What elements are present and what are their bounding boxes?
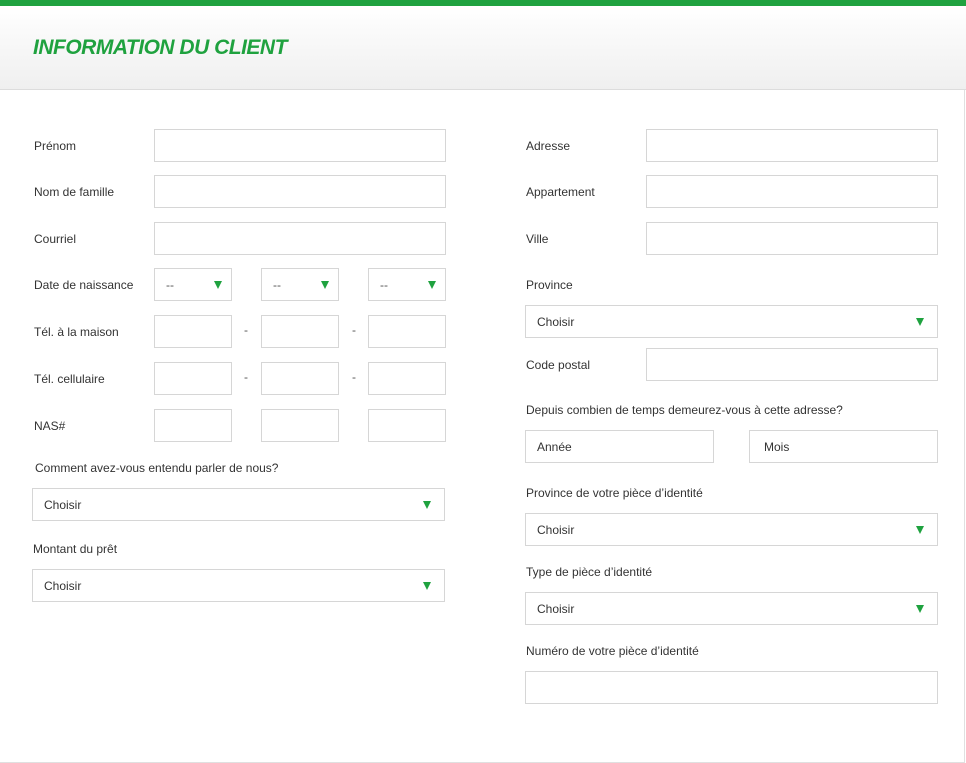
home-phone-line-field[interactable] bbox=[368, 315, 446, 348]
chevron-down-icon bbox=[916, 604, 924, 613]
home-phone-label: Tél. à la maison bbox=[34, 325, 119, 339]
birth-month-value: -- bbox=[273, 277, 281, 292]
email-field[interactable] bbox=[154, 222, 446, 255]
birth-year-value: -- bbox=[380, 277, 388, 292]
phone-separator: - bbox=[352, 370, 356, 384]
birth-month-select[interactable]: -- bbox=[261, 268, 339, 301]
chevron-down-icon bbox=[214, 280, 222, 289]
id-province-select[interactable]: Choisir bbox=[525, 513, 938, 546]
province-label: Province bbox=[526, 278, 573, 292]
residence-months-field[interactable]: Mois bbox=[749, 430, 938, 463]
birth-year-select[interactable]: -- bbox=[368, 268, 446, 301]
chevron-down-icon bbox=[916, 525, 924, 534]
sin-label: NAS# bbox=[34, 419, 66, 433]
home-phone-area-field[interactable] bbox=[154, 315, 232, 348]
residence-duration-label: Depuis combien de temps demeurez-vous à … bbox=[526, 403, 843, 417]
sin-part3-field[interactable] bbox=[368, 409, 446, 442]
last-name-field[interactable] bbox=[154, 175, 446, 208]
referral-value: Choisir bbox=[44, 497, 82, 512]
phone-separator: - bbox=[352, 323, 356, 337]
last-name-label: Nom de famille bbox=[34, 185, 115, 199]
postal-code-label: Code postal bbox=[526, 358, 591, 372]
sin-part1-field[interactable] bbox=[154, 409, 232, 442]
birth-day-select[interactable]: -- bbox=[154, 268, 232, 301]
apartment-label: Appartement bbox=[526, 185, 595, 199]
birth-day-value: -- bbox=[166, 277, 174, 292]
residence-years-field[interactable]: Année bbox=[525, 430, 714, 463]
page-header: INFORMATION DU CLIENT bbox=[0, 6, 966, 90]
cell-phone-line-field[interactable] bbox=[368, 362, 446, 395]
phone-separator: - bbox=[244, 323, 248, 337]
chevron-down-icon bbox=[423, 500, 431, 509]
cell-phone-prefix-field[interactable] bbox=[261, 362, 339, 395]
loan-amount-value: Choisir bbox=[44, 578, 82, 593]
first-name-field[interactable] bbox=[154, 129, 446, 162]
birth-date-label: Date de naissance bbox=[34, 278, 134, 292]
chevron-down-icon bbox=[428, 280, 436, 289]
first-name-label: Prénom bbox=[34, 139, 77, 153]
city-field[interactable] bbox=[646, 222, 938, 255]
chevron-down-icon bbox=[423, 581, 431, 590]
province-select[interactable]: Choisir bbox=[525, 305, 938, 338]
loan-amount-select[interactable]: Choisir bbox=[32, 569, 445, 602]
cell-phone-area-field[interactable] bbox=[154, 362, 232, 395]
phone-separator: - bbox=[244, 370, 248, 384]
id-type-value: Choisir bbox=[537, 601, 575, 616]
id-province-label: Province de votre pièce d’identité bbox=[526, 486, 703, 500]
referral-select[interactable]: Choisir bbox=[32, 488, 445, 521]
page-title: INFORMATION DU CLIENT bbox=[33, 36, 287, 59]
email-label: Courriel bbox=[34, 232, 77, 246]
id-province-value: Choisir bbox=[537, 522, 575, 537]
address-field[interactable] bbox=[646, 129, 938, 162]
residence-months-placeholder: Mois bbox=[764, 439, 790, 454]
city-label: Ville bbox=[526, 232, 549, 246]
loan-amount-label: Montant du prêt bbox=[33, 542, 118, 556]
id-number-field[interactable] bbox=[525, 671, 938, 704]
postal-code-field[interactable] bbox=[646, 348, 938, 381]
referral-label: Comment avez-vous entendu parler de nous… bbox=[35, 461, 279, 475]
chevron-down-icon bbox=[321, 280, 329, 289]
home-phone-prefix-field[interactable] bbox=[261, 315, 339, 348]
cell-phone-label: Tél. cellulaire bbox=[34, 372, 105, 386]
address-label: Adresse bbox=[526, 139, 571, 153]
id-type-select[interactable]: Choisir bbox=[525, 592, 938, 625]
province-value: Choisir bbox=[537, 314, 575, 329]
residence-years-placeholder: Année bbox=[537, 439, 572, 454]
id-type-label: Type de pièce d’identité bbox=[526, 565, 653, 579]
id-number-label: Numéro de votre pièce d’identité bbox=[526, 644, 699, 658]
apartment-field[interactable] bbox=[646, 175, 938, 208]
sin-part2-field[interactable] bbox=[261, 409, 339, 442]
chevron-down-icon bbox=[916, 317, 924, 326]
